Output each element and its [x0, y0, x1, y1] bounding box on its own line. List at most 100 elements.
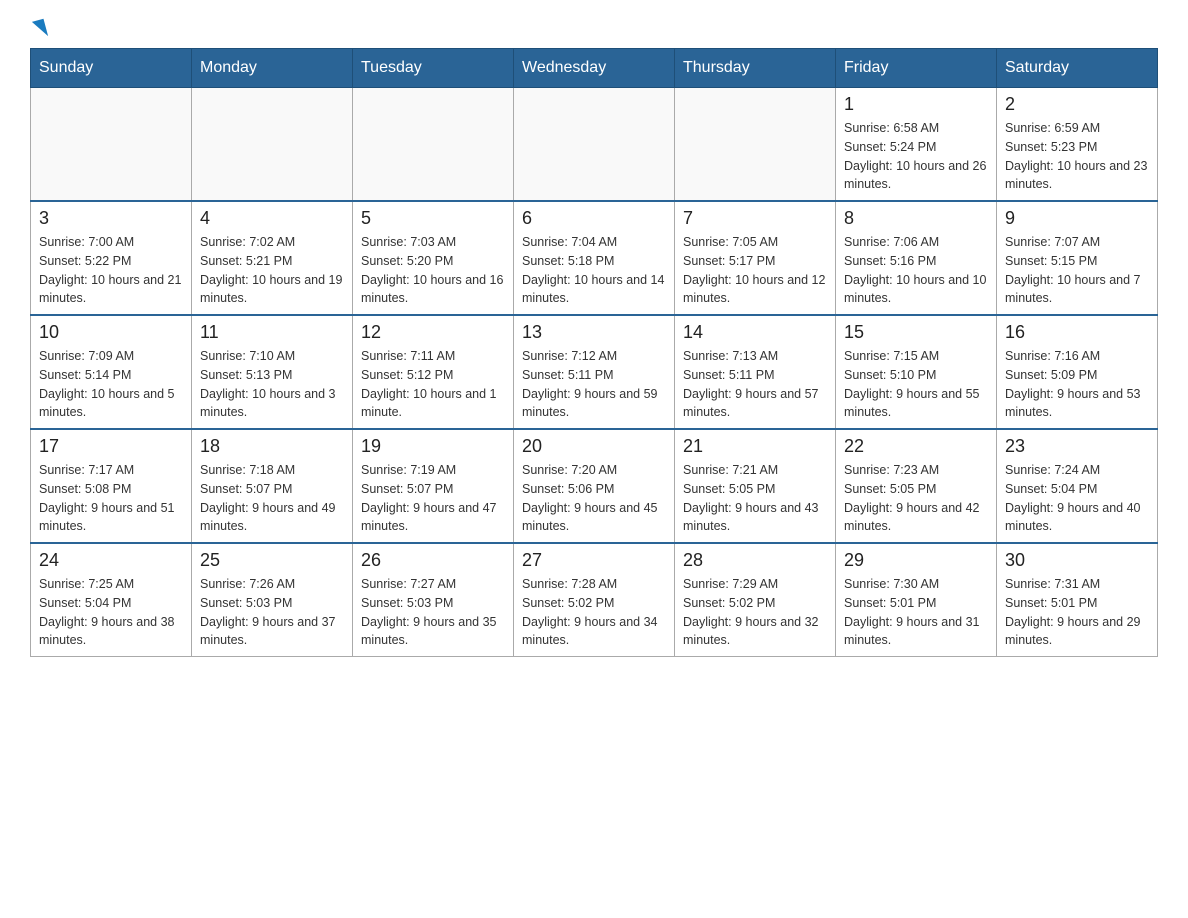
day-number: 12: [361, 322, 505, 343]
weekday-header-thursday: Thursday: [675, 49, 836, 88]
day-number: 17: [39, 436, 183, 457]
calendar-day-cell: [353, 88, 514, 202]
calendar-day-cell: 12 Sunrise: 7:11 AM Sunset: 5:12 PM Dayli…: [353, 315, 514, 429]
calendar-table: SundayMondayTuesdayWednesdayThursdayFrid…: [30, 48, 1158, 657]
weekday-header-tuesday: Tuesday: [353, 49, 514, 88]
calendar-day-cell: 19 Sunrise: 7:19 AM Sunset: 5:07 PM Dayli…: [353, 429, 514, 543]
day-info: Sunrise: 7:09 AM Sunset: 5:14 PM Dayligh…: [39, 347, 183, 422]
calendar-day-cell: 8 Sunrise: 7:06 AM Sunset: 5:16 PM Daylig…: [836, 201, 997, 315]
calendar-day-cell: 5Sunrise: 7:03 AM Sunset: 5:20 PM Daylig…: [353, 201, 514, 315]
calendar-day-cell: [192, 88, 353, 202]
day-number: 27: [522, 550, 666, 571]
day-info: Sunrise: 7:26 AM Sunset: 5:03 PM Dayligh…: [200, 575, 344, 650]
day-info: Sunrise: 7:18 AM Sunset: 5:07 PM Dayligh…: [200, 461, 344, 536]
day-number: 1: [844, 94, 988, 115]
calendar-day-cell: 26 Sunrise: 7:27 AM Sunset: 5:03 PM Dayli…: [353, 543, 514, 657]
day-info: Sunrise: 7:04 AM Sunset: 5:18 PM Dayligh…: [522, 233, 666, 308]
day-info: Sunrise: 7:30 AM Sunset: 5:01 PM Dayligh…: [844, 575, 988, 650]
calendar-day-cell: 23 Sunrise: 7:24 AM Sunset: 5:04 PM Dayli…: [997, 429, 1158, 543]
calendar-day-cell: 21 Sunrise: 7:21 AM Sunset: 5:05 PM Dayli…: [675, 429, 836, 543]
day-info: Sunrise: 7:06 AM Sunset: 5:16 PM Dayligh…: [844, 233, 988, 308]
day-number: 6: [522, 208, 666, 229]
day-info: Sunrise: 7:07 AM Sunset: 5:15 PM Dayligh…: [1005, 233, 1149, 308]
day-info: Sunrise: 7:25 AM Sunset: 5:04 PM Dayligh…: [39, 575, 183, 650]
day-info: Sunrise: 6:58 AM Sunset: 5:24 PM Dayligh…: [844, 119, 988, 194]
calendar-day-cell: [514, 88, 675, 202]
day-number: 19: [361, 436, 505, 457]
weekday-header-sunday: Sunday: [31, 49, 192, 88]
calendar-day-cell: 18 Sunrise: 7:18 AM Sunset: 5:07 PM Dayli…: [192, 429, 353, 543]
day-info: Sunrise: 7:20 AM Sunset: 5:06 PM Dayligh…: [522, 461, 666, 536]
day-number: 14: [683, 322, 827, 343]
day-number: 11: [200, 322, 344, 343]
day-info: Sunrise: 7:19 AM Sunset: 5:07 PM Dayligh…: [361, 461, 505, 536]
logo: [30, 20, 48, 38]
calendar-day-cell: 4 Sunrise: 7:02 AM Sunset: 5:21 PM Daylig…: [192, 201, 353, 315]
day-number: 20: [522, 436, 666, 457]
logo-triangle-icon: [32, 19, 48, 39]
weekday-header-friday: Friday: [836, 49, 997, 88]
day-number: 18: [200, 436, 344, 457]
day-info: Sunrise: 7:17 AM Sunset: 5:08 PM Dayligh…: [39, 461, 183, 536]
weekday-header-monday: Monday: [192, 49, 353, 88]
calendar-week-row: 10 Sunrise: 7:09 AM Sunset: 5:14 PM Dayli…: [31, 315, 1158, 429]
day-info: Sunrise: 7:12 AM Sunset: 5:11 PM Dayligh…: [522, 347, 666, 422]
day-info: Sunrise: 7:05 AM Sunset: 5:17 PM Dayligh…: [683, 233, 827, 308]
day-info: Sunrise: 7:16 AM Sunset: 5:09 PM Dayligh…: [1005, 347, 1149, 422]
calendar-day-cell: 1 Sunrise: 6:58 AM Sunset: 5:24 PM Daylig…: [836, 88, 997, 202]
day-number: 24: [39, 550, 183, 571]
day-info: Sunrise: 7:31 AM Sunset: 5:01 PM Dayligh…: [1005, 575, 1149, 650]
day-info: Sunrise: 7:11 AM Sunset: 5:12 PM Dayligh…: [361, 347, 505, 422]
calendar-week-row: 17 Sunrise: 7:17 AM Sunset: 5:08 PM Dayli…: [31, 429, 1158, 543]
calendar-day-cell: 16 Sunrise: 7:16 AM Sunset: 5:09 PM Dayli…: [997, 315, 1158, 429]
calendar-week-row: 24 Sunrise: 7:25 AM Sunset: 5:04 PM Dayli…: [31, 543, 1158, 657]
day-number: 4: [200, 208, 344, 229]
day-number: 16: [1005, 322, 1149, 343]
day-number: 29: [844, 550, 988, 571]
weekday-header-saturday: Saturday: [997, 49, 1158, 88]
day-info: Sunrise: 6:59 AM Sunset: 5:23 PM Dayligh…: [1005, 119, 1149, 194]
day-number: 28: [683, 550, 827, 571]
day-info: Sunrise: 7:27 AM Sunset: 5:03 PM Dayligh…: [361, 575, 505, 650]
calendar-day-cell: 30 Sunrise: 7:31 AM Sunset: 5:01 PM Dayli…: [997, 543, 1158, 657]
day-info: Sunrise: 7:10 AM Sunset: 5:13 PM Dayligh…: [200, 347, 344, 422]
calendar-day-cell: 25Sunrise: 7:26 AM Sunset: 5:03 PM Dayli…: [192, 543, 353, 657]
calendar-day-cell: 28 Sunrise: 7:29 AM Sunset: 5:02 PM Dayli…: [675, 543, 836, 657]
calendar-day-cell: 15 Sunrise: 7:15 AM Sunset: 5:10 PM Dayli…: [836, 315, 997, 429]
calendar-day-cell: 20 Sunrise: 7:20 AM Sunset: 5:06 PM Dayli…: [514, 429, 675, 543]
day-info: Sunrise: 7:02 AM Sunset: 5:21 PM Dayligh…: [200, 233, 344, 308]
day-number: 10: [39, 322, 183, 343]
calendar-day-cell: 7 Sunrise: 7:05 AM Sunset: 5:17 PM Daylig…: [675, 201, 836, 315]
calendar-day-cell: 9 Sunrise: 7:07 AM Sunset: 5:15 PM Daylig…: [997, 201, 1158, 315]
calendar-day-cell: 24 Sunrise: 7:25 AM Sunset: 5:04 PM Dayli…: [31, 543, 192, 657]
calendar-day-cell: 11 Sunrise: 7:10 AM Sunset: 5:13 PM Dayli…: [192, 315, 353, 429]
calendar-day-cell: 29 Sunrise: 7:30 AM Sunset: 5:01 PM Dayli…: [836, 543, 997, 657]
day-info: Sunrise: 7:13 AM Sunset: 5:11 PM Dayligh…: [683, 347, 827, 422]
calendar-day-cell: 6 Sunrise: 7:04 AM Sunset: 5:18 PM Daylig…: [514, 201, 675, 315]
calendar-day-cell: 17 Sunrise: 7:17 AM Sunset: 5:08 PM Dayli…: [31, 429, 192, 543]
day-number: 9: [1005, 208, 1149, 229]
day-number: 7: [683, 208, 827, 229]
calendar-day-cell: 13Sunrise: 7:12 AM Sunset: 5:11 PM Dayli…: [514, 315, 675, 429]
day-number: 23: [1005, 436, 1149, 457]
page-header: [30, 20, 1158, 38]
calendar-day-cell: [675, 88, 836, 202]
day-number: 3: [39, 208, 183, 229]
day-number: 30: [1005, 550, 1149, 571]
day-info: Sunrise: 7:24 AM Sunset: 5:04 PM Dayligh…: [1005, 461, 1149, 536]
day-number: 21: [683, 436, 827, 457]
weekday-header-wednesday: Wednesday: [514, 49, 675, 88]
day-number: 5: [361, 208, 505, 229]
day-info: Sunrise: 7:00 AM Sunset: 5:22 PM Dayligh…: [39, 233, 183, 308]
day-info: Sunrise: 7:15 AM Sunset: 5:10 PM Dayligh…: [844, 347, 988, 422]
day-number: 15: [844, 322, 988, 343]
day-info: Sunrise: 7:29 AM Sunset: 5:02 PM Dayligh…: [683, 575, 827, 650]
calendar-day-cell: 27Sunrise: 7:28 AM Sunset: 5:02 PM Dayli…: [514, 543, 675, 657]
calendar-day-cell: 14 Sunrise: 7:13 AM Sunset: 5:11 PM Dayli…: [675, 315, 836, 429]
calendar-week-row: 1 Sunrise: 6:58 AM Sunset: 5:24 PM Daylig…: [31, 88, 1158, 202]
day-info: Sunrise: 7:23 AM Sunset: 5:05 PM Dayligh…: [844, 461, 988, 536]
day-number: 26: [361, 550, 505, 571]
calendar-day-cell: 2Sunrise: 6:59 AM Sunset: 5:23 PM Daylig…: [997, 88, 1158, 202]
day-number: 8: [844, 208, 988, 229]
day-info: Sunrise: 7:21 AM Sunset: 5:05 PM Dayligh…: [683, 461, 827, 536]
